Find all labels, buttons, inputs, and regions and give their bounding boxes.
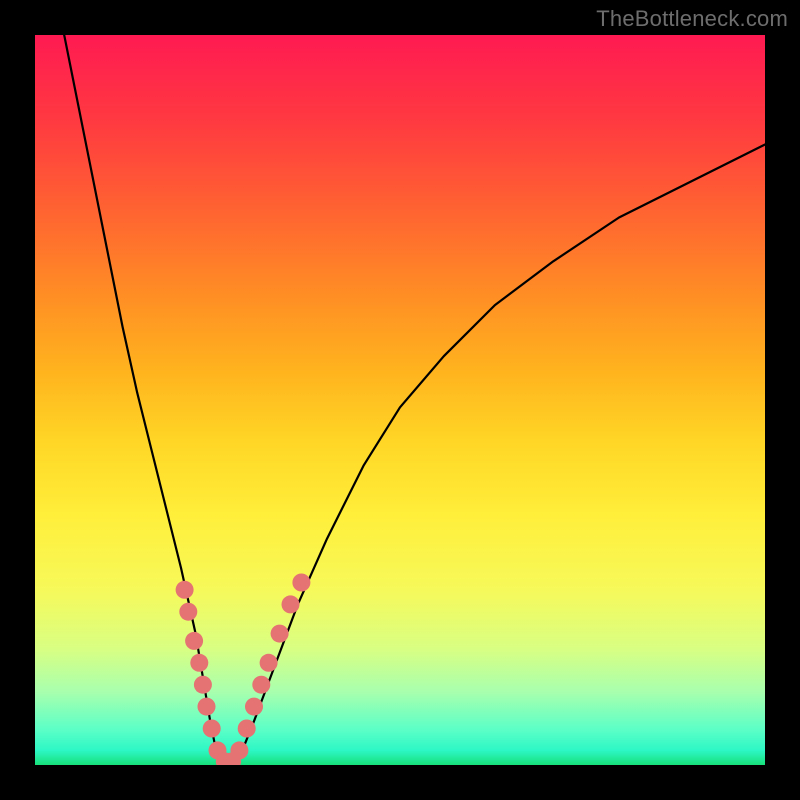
- marker-dot: [179, 603, 197, 621]
- curve-markers: [176, 574, 311, 766]
- chart-frame: TheBottleneck.com: [0, 0, 800, 800]
- marker-dot: [245, 698, 263, 716]
- chart-svg: [35, 35, 765, 765]
- marker-dot: [230, 741, 248, 759]
- marker-dot: [190, 654, 208, 672]
- marker-dot: [252, 676, 270, 694]
- marker-dot: [198, 698, 216, 716]
- marker-dot: [238, 720, 256, 738]
- watermark-text: TheBottleneck.com: [596, 6, 788, 32]
- marker-dot: [176, 581, 194, 599]
- chart-plot-area: [35, 35, 765, 765]
- marker-dot: [194, 676, 212, 694]
- marker-dot: [271, 625, 289, 643]
- marker-dot: [185, 632, 203, 650]
- marker-dot: [292, 574, 310, 592]
- bottleneck-curve: [64, 35, 765, 765]
- marker-dot: [282, 595, 300, 613]
- marker-dot: [260, 654, 278, 672]
- marker-dot: [203, 720, 221, 738]
